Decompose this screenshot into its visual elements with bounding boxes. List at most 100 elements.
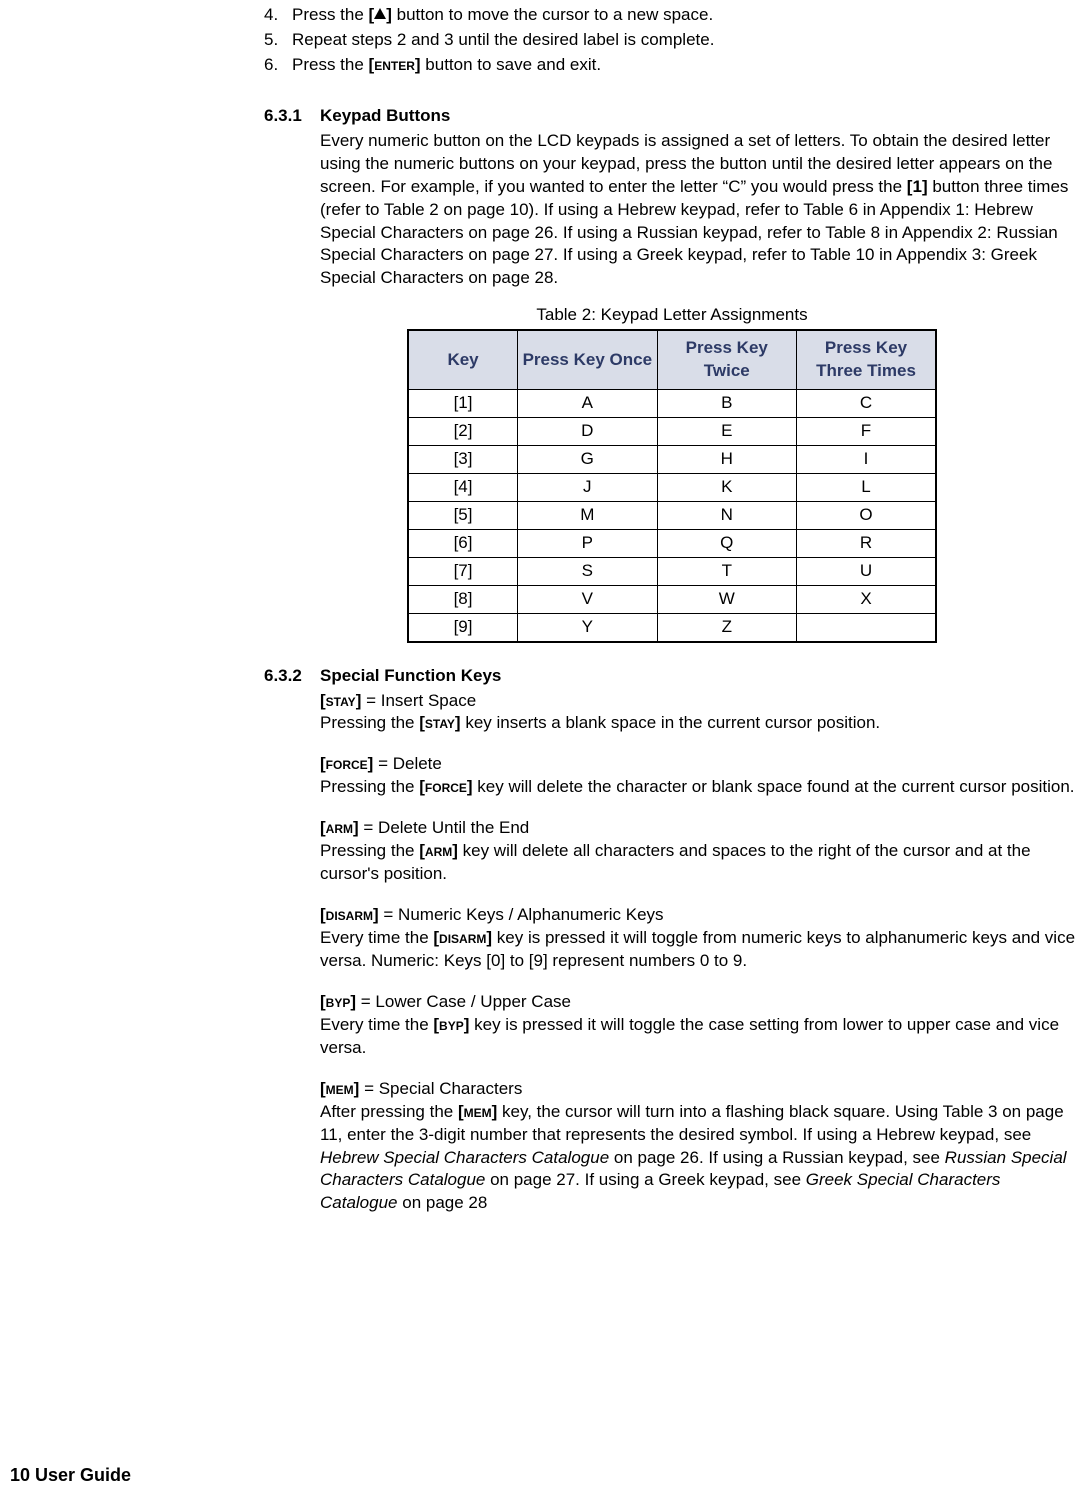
table-row: [7]STU <box>408 557 936 585</box>
col-once: Press Key Once <box>518 330 657 389</box>
step-number: 4. <box>264 4 278 27</box>
disarm-key: [disarm] <box>320 905 379 924</box>
table-cell: O <box>797 501 937 529</box>
table-row: [9]YZ <box>408 613 936 641</box>
table-cell: P <box>518 529 657 557</box>
fn-key-desc: Pressing the [stay] key inserts a blank … <box>320 712 1080 735</box>
mem-key-inline: [mem] <box>458 1102 497 1121</box>
table-cell: E <box>657 418 796 446</box>
table-cell: [3] <box>408 446 518 474</box>
disarm-key-inline: [disarm] <box>433 928 492 947</box>
table-cell <box>797 613 937 641</box>
table-cell: X <box>797 585 937 613</box>
enter-key: [enter] <box>369 55 421 74</box>
section-631-body: Every numeric button on the LCD keypads … <box>320 130 1080 291</box>
table-cell: L <box>797 473 937 501</box>
table-body: [1]ABC[2]DEF[3]GHI[4]JKL[5]MNO[6]PQR[7]S… <box>408 390 936 642</box>
table-cell: K <box>657 473 796 501</box>
stay-key-inline: [stay] <box>419 713 460 732</box>
fn-key-title: [arm] = Delete Until the End <box>320 817 1080 840</box>
fn-key-title: [mem] = Special Characters <box>320 1078 1080 1101</box>
byp-key-inline: [byp] <box>433 1015 469 1034</box>
fn-keys-container: [stay] = Insert SpacePressing the [stay]… <box>320 690 1080 1060</box>
step-text: Repeat steps 2 and 3 until the desired l… <box>292 30 714 49</box>
step-text-post: button to move the cursor to a new space… <box>392 5 713 24</box>
fn-key-block: [arm] = Delete Until the EndPressing the… <box>320 817 1080 886</box>
table-cell: D <box>518 418 657 446</box>
table-cell: S <box>518 557 657 585</box>
fn-key-eq: = Delete <box>373 754 442 773</box>
step-4: 4. Press the [] button to move the curso… <box>264 4 1080 27</box>
table-row: [2]DEF <box>408 418 936 446</box>
fn-key-block: [force] = DeletePressing the [force] key… <box>320 753 1080 799</box>
table-cell: R <box>797 529 937 557</box>
section-631-heading: 6.3.1Keypad Buttons <box>264 105 1080 128</box>
fn-key-desc: Every time the [byp] key is pressed it w… <box>320 1014 1080 1060</box>
table-cell: [9] <box>408 613 518 641</box>
step-text-post: button to save and exit. <box>421 55 602 74</box>
table-cell: [6] <box>408 529 518 557</box>
fn-key-eq: = Numeric Keys / Alphanumeric Keys <box>379 905 664 924</box>
section-632-heading: 6.3.2Special Function Keys <box>264 665 1080 688</box>
fn-key-title: [disarm] = Numeric Keys / Alphanumeric K… <box>320 904 1080 927</box>
section-632-body: [stay] = Insert SpacePressing the [stay]… <box>320 690 1080 1216</box>
table-cell: Q <box>657 529 796 557</box>
table-cell: [8] <box>408 585 518 613</box>
table-cell: Z <box>657 613 796 641</box>
table-row: [5]MNO <box>408 501 936 529</box>
fn-key-desc: Every time the [disarm] key is pressed i… <box>320 927 1080 973</box>
fn-key-block: [stay] = Insert SpacePressing the [stay]… <box>320 690 1080 736</box>
table-cell: B <box>657 390 796 418</box>
fn-key-eq: = Insert Space <box>361 691 476 710</box>
table-row: [8]VWX <box>408 585 936 613</box>
table-cell: U <box>797 557 937 585</box>
table-caption: Table 2: Keypad Letter Assignments <box>264 304 1080 327</box>
triangle-up-icon <box>374 8 386 19</box>
fn-key-title: [byp] = Lower Case / Upper Case <box>320 991 1080 1014</box>
col-three: Press Key Three Times <box>797 330 937 389</box>
step-6: 6. Press the [enter] button to save and … <box>264 54 1080 77</box>
fn-key-eq: = Special Characters <box>359 1079 522 1098</box>
step-number: 6. <box>264 54 278 77</box>
table-cell: [4] <box>408 473 518 501</box>
table-cell: J <box>518 473 657 501</box>
fn-key-eq: = Lower Case / Upper Case <box>356 992 571 1011</box>
table-cell: N <box>657 501 796 529</box>
up-arrow-key: [] <box>369 5 392 24</box>
step-5: 5. Repeat steps 2 and 3 until the desire… <box>264 29 1080 52</box>
table-row: [6]PQR <box>408 529 936 557</box>
table-row: [1]ABC <box>408 390 936 418</box>
table-cell: W <box>657 585 796 613</box>
table-header-row: Key Press Key Once Press Key Twice Press… <box>408 330 936 389</box>
section-number: 6.3.1 <box>264 105 320 128</box>
fn-key-block: [byp] = Lower Case / Upper CaseEvery tim… <box>320 991 1080 1060</box>
fn-key-eq: = Delete Until the End <box>359 818 530 837</box>
arm-key-inline: [arm] <box>419 841 458 860</box>
fn-key-desc: After pressing the [mem] key, the cursor… <box>320 1101 1080 1216</box>
table-cell: C <box>797 390 937 418</box>
table-cell: G <box>518 446 657 474</box>
force-key-inline: [force] <box>419 777 472 796</box>
table-row: [4]JKL <box>408 473 936 501</box>
fn-key-title: [force] = Delete <box>320 753 1080 776</box>
fn-key-block: [disarm] = Numeric Keys / Alphanumeric K… <box>320 904 1080 973</box>
fn-key-desc: Pressing the [arm] key will delete all c… <box>320 840 1080 886</box>
col-key: Key <box>408 330 518 389</box>
section-title: Keypad Buttons <box>320 106 450 125</box>
table-cell: I <box>797 446 937 474</box>
fn-key-desc: Pressing the [force] key will delete the… <box>320 776 1080 799</box>
page-content: 4. Press the [] button to move the curso… <box>264 0 1080 1215</box>
table-cell: M <box>518 501 657 529</box>
arm-key: [arm] <box>320 818 359 837</box>
col-twice: Press Key Twice <box>657 330 796 389</box>
table-cell: T <box>657 557 796 585</box>
stay-key: [stay] <box>320 691 361 710</box>
fn-key-mem: [mem] = Special Characters After pressin… <box>320 1078 1080 1216</box>
page-footer: 10 User Guide <box>10 1463 131 1487</box>
table-cell: [7] <box>408 557 518 585</box>
table-row: [3]GHI <box>408 446 936 474</box>
table-cell: F <box>797 418 937 446</box>
key-1: [1] <box>907 177 928 196</box>
fn-key-title: [stay] = Insert Space <box>320 690 1080 713</box>
mem-key: [mem] <box>320 1079 359 1098</box>
